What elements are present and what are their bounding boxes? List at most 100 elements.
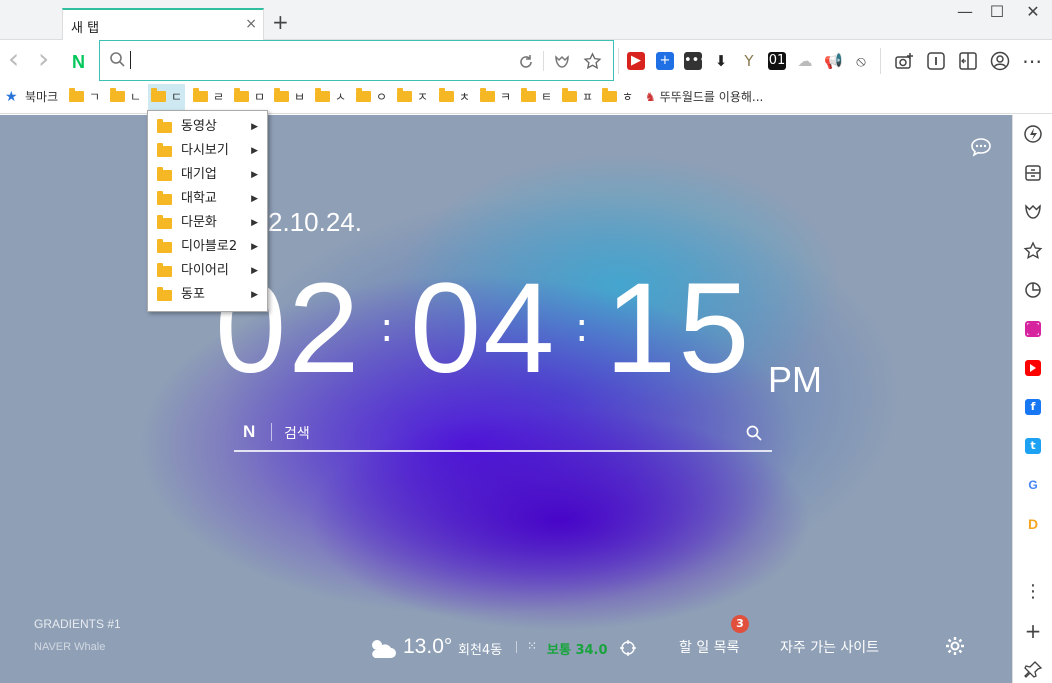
- twitter-icon[interactable]: t: [1025, 438, 1041, 454]
- bookmark-link[interactable]: ♞ 뚜뚜월드를 이용해...: [645, 84, 763, 110]
- folder-icon: [157, 167, 172, 181]
- search-input[interactable]: 검색: [284, 423, 310, 443]
- favorites-star-icon[interactable]: [1023, 241, 1043, 261]
- bookmark-folder[interactable]: ㅍ: [562, 84, 593, 110]
- daum-icon[interactable]: D: [1023, 514, 1043, 534]
- forward-button[interactable]: ›: [38, 42, 49, 75]
- close-window-button[interactable]: ✕: [1018, 2, 1048, 21]
- archive-icon[interactable]: [1023, 163, 1043, 183]
- dropdown-folder-item[interactable]: 다문화 ▶: [148, 211, 267, 235]
- bookmark-folder[interactable]: ㅇ: [356, 84, 387, 110]
- bookmark-folder[interactable]: ㄹ: [193, 84, 224, 110]
- frequent-sites-button[interactable]: 자주 가는 사이트: [780, 637, 879, 657]
- pie-chart-icon[interactable]: [1023, 280, 1043, 300]
- folder-icon: [602, 88, 617, 102]
- clock-ampm: PM: [768, 359, 822, 400]
- weather-temperature[interactable]: 13.0°: [403, 635, 452, 659]
- whale-icon[interactable]: [1023, 202, 1043, 222]
- tab-new-tab[interactable]: 새 탭 ×: [62, 8, 264, 40]
- bookmark-folder[interactable]: ㅋ: [480, 84, 511, 110]
- bookmark-folder[interactable]: ㄴ: [110, 84, 141, 110]
- bookmark-folder[interactable]: ㅎ: [602, 84, 633, 110]
- weather-location[interactable]: 회천4동: [458, 639, 502, 658]
- dropdown-folder-item[interactable]: 대학교 ▶: [148, 187, 267, 211]
- wallpaper-title[interactable]: GRADIENTS #1: [34, 617, 121, 631]
- new-tab-button[interactable]: +: [272, 12, 289, 32]
- weather-divider: [516, 641, 517, 653]
- dropdown-item-label: 동영상: [181, 119, 217, 134]
- reader-icon[interactable]: [926, 51, 946, 71]
- bookmark-folder[interactable]: ㅈ: [397, 84, 428, 110]
- submenu-arrow-icon: ▶: [251, 266, 258, 276]
- extension-01-icon[interactable]: 01: [768, 52, 786, 70]
- whale-icon[interactable]: [553, 53, 571, 71]
- profile-icon[interactable]: [990, 51, 1010, 71]
- google-icon[interactable]: G: [1023, 475, 1043, 495]
- back-button[interactable]: ‹: [8, 42, 19, 75]
- instagram-icon[interactable]: [1025, 321, 1041, 337]
- chat-icon[interactable]: [970, 137, 992, 157]
- gear-icon[interactable]: [944, 635, 966, 657]
- bookmark-star-icon[interactable]: [583, 52, 602, 71]
- naver-home-button[interactable]: N: [72, 52, 85, 73]
- bookmark-folder[interactable]: ㄱ: [69, 84, 100, 110]
- bookmark-folder[interactable]: ㅅ: [315, 84, 346, 110]
- bookmark-folder[interactable]: ㅊ: [439, 84, 470, 110]
- more-icon[interactable]: ⋮: [1023, 582, 1043, 602]
- dropdown-folder-item[interactable]: 동영상 ▶: [148, 115, 267, 139]
- extension-block-icon[interactable]: ⦸: [852, 52, 870, 70]
- facebook-icon[interactable]: f: [1025, 399, 1041, 415]
- bookmark-folder[interactable]: ㅂ: [274, 84, 305, 110]
- dropdown-item-label: 디아블로2: [181, 239, 238, 254]
- dropdown-item-label: 대학교: [181, 191, 217, 206]
- bookmark-folder[interactable]: ㅁ: [234, 84, 265, 110]
- address-bar[interactable]: [99, 40, 614, 81]
- folder-icon: [157, 263, 172, 277]
- dropdown-item-label: 동포: [181, 287, 205, 302]
- lightning-icon[interactable]: [1023, 124, 1043, 144]
- extension-more-icon[interactable]: •••: [684, 52, 707, 70]
- reload-icon[interactable]: [517, 53, 535, 71]
- bookmark-folder-active[interactable]: ㄷ: [148, 84, 186, 110]
- dropdown-folder-item[interactable]: 대기업 ▶: [148, 163, 267, 187]
- bookmark-item-label[interactable]: 북마크: [25, 84, 58, 110]
- submenu-arrow-icon: ▶: [251, 290, 258, 300]
- date-display: 2.10.24.: [268, 207, 362, 237]
- dropdown-item-label: 다문화: [181, 215, 217, 230]
- folder-icon: [110, 88, 125, 102]
- menu-icon[interactable]: ⋯: [1021, 49, 1043, 73]
- maximize-button[interactable]: ☐: [982, 2, 1012, 21]
- bookmark-folder-label: ㅋ: [500, 90, 512, 104]
- extension-video-icon[interactable]: ▶: [627, 52, 645, 70]
- dropdown-folder-item[interactable]: 동포 ▶: [148, 283, 267, 307]
- capture-icon[interactable]: [894, 51, 914, 71]
- bookmark-folder-label: ㅌ: [541, 90, 553, 104]
- fine-dust-status[interactable]: 보통 34.0: [547, 639, 608, 658]
- search-icon[interactable]: [745, 424, 763, 442]
- submenu-arrow-icon: ▶: [251, 194, 258, 204]
- extension-download-icon[interactable]: ⬇: [712, 52, 730, 70]
- search-underline: [234, 450, 772, 452]
- dropdown-folder-item[interactable]: 디아블로2 ▶: [148, 235, 267, 259]
- youtube-icon[interactable]: [1025, 360, 1041, 376]
- search-divider: [271, 423, 272, 441]
- wallpaper-credit: NAVER Whale: [34, 641, 106, 653]
- location-target-icon[interactable]: [620, 640, 636, 656]
- extension-add-icon[interactable]: +: [656, 52, 674, 70]
- todo-list-button[interactable]: 할 일 목록: [679, 637, 739, 657]
- toolbar: ‹ › N ▶ + ••• ⬇ Y 01 ☁ 📢 ⦸ ⋯: [0, 40, 1052, 84]
- extension-cloud-icon[interactable]: ☁: [796, 52, 814, 70]
- pin-icon[interactable]: [1023, 660, 1043, 680]
- extension-tool-icon[interactable]: Y: [740, 52, 758, 70]
- split-view-icon[interactable]: [958, 51, 978, 71]
- dropdown-folder-item[interactable]: 다이어리 ▶: [148, 259, 267, 283]
- add-sidebar-button[interactable]: +: [1023, 621, 1043, 641]
- toolbar-divider: [880, 48, 881, 74]
- folder-icon: [157, 143, 172, 157]
- tab-close-icon[interactable]: ×: [245, 16, 257, 32]
- dropdown-item-label: 다시보기: [181, 143, 229, 158]
- minimize-button[interactable]: —: [950, 2, 980, 21]
- bookmark-folder[interactable]: ㅌ: [521, 84, 552, 110]
- extension-megaphone-icon[interactable]: 📢: [824, 52, 843, 70]
- dropdown-folder-item[interactable]: 다시보기 ▶: [148, 139, 267, 163]
